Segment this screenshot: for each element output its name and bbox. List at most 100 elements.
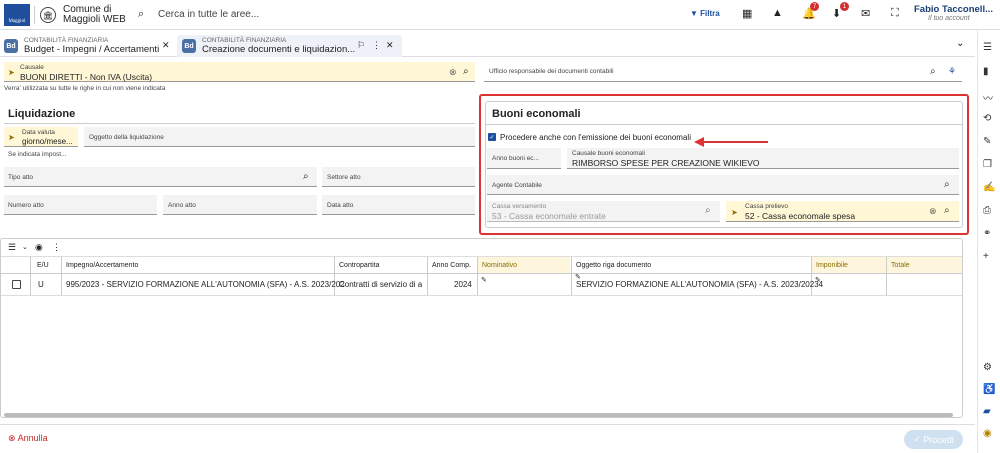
- cancel-button[interactable]: ⊗ Annulla: [8, 433, 48, 444]
- cassa-prelievo-label: Cassa prelievo: [745, 203, 788, 210]
- cassa-prelievo-value: 52 - Cassa economale spesa: [745, 211, 856, 221]
- chevron-right-icon: ➤: [731, 208, 738, 217]
- check-circle-icon: ✓: [913, 434, 921, 444]
- town-hall-icon[interactable]: 🏛: [40, 7, 56, 23]
- causale-buoni-label: Causale buoni economali: [572, 150, 645, 157]
- clear-icon[interactable]: ⊗: [929, 206, 937, 217]
- causale-buoni-value: RIMBORSO SPESE PER CREAZIONE WIKIEVO: [572, 158, 760, 168]
- divider: [485, 124, 963, 125]
- anno-atto-label: Anno atto: [168, 202, 196, 209]
- clear-icon[interactable]: ⊗: [449, 67, 457, 78]
- proceed-button[interactable]: ✓ Procedi: [904, 430, 963, 449]
- chevron-down-icon[interactable]: ⌄: [956, 38, 964, 49]
- link-icon[interactable]: ⚭: [983, 228, 991, 239]
- horizontal-scrollbar[interactable]: [4, 413, 953, 417]
- agente-contabile-field[interactable]: [487, 175, 959, 195]
- support-icon[interactable]: ◉: [983, 428, 992, 439]
- cassa-versamento-value: 53 - Cassa economale entrate: [492, 211, 606, 221]
- close-tab-icon[interactable]: ✕: [386, 40, 394, 51]
- impost-note: Se indicata impost...: [8, 151, 67, 158]
- ufficio-label: Ufficio responsabile dei documenti conta…: [489, 68, 614, 75]
- cell-anno-comp[interactable]: 2024: [454, 280, 472, 289]
- notification-badge: 7: [810, 2, 819, 11]
- data-valuta-sublabel: giorno/mese...: [22, 137, 73, 146]
- col-header-impegno[interactable]: Impegno/Accertamento: [66, 262, 138, 269]
- pencil-icon[interactable]: ✎: [481, 276, 487, 284]
- download-badge: 1: [840, 2, 849, 11]
- search-icon[interactable]: ⌕: [138, 8, 144, 21]
- chevron-down-icon[interactable]: ⌄: [22, 243, 28, 251]
- search-icon: ⌕: [705, 205, 711, 216]
- bookmark-tab-icon[interactable]: ⚐: [357, 40, 365, 51]
- global-search-input[interactable]: Cerca in tutte le aree...: [158, 9, 259, 20]
- copy-icon[interactable]: ❐: [983, 159, 992, 170]
- col-header-totale[interactable]: Totale: [891, 262, 910, 269]
- warning-icon[interactable]: ▲: [772, 7, 783, 19]
- list-icon[interactable]: ☰: [983, 42, 992, 53]
- cassa-versamento-label: Cassa versamento: [492, 203, 547, 210]
- settore-atto-label: Settore atto: [327, 174, 361, 181]
- chat-icon[interactable]: ▰: [983, 406, 991, 417]
- divider: [0, 424, 975, 425]
- filter-icon: ▼: [690, 9, 698, 18]
- emit-buoni-checkbox[interactable]: ✓: [488, 133, 496, 141]
- col-header-eu[interactable]: E/U: [37, 262, 49, 269]
- menu-icon[interactable]: ☰: [8, 242, 16, 253]
- more-icon[interactable]: ⋮: [52, 242, 61, 253]
- search-icon[interactable]: ⌕: [944, 179, 950, 190]
- numero-atto-label: Numero atto: [8, 202, 44, 209]
- col-header-imponibile[interactable]: Imponibile: [816, 262, 848, 269]
- chevron-right-icon: ➤: [8, 68, 15, 77]
- buoni-economali-title: Buoni economali: [492, 108, 581, 120]
- col-header-anno-comp[interactable]: Anno Comp.: [432, 262, 471, 269]
- export-icon[interactable]: ⎙: [983, 205, 991, 216]
- search-icon[interactable]: ⌕: [930, 66, 936, 77]
- col-header-oggetto[interactable]: Oggetto riga documento: [576, 262, 651, 269]
- causale-label: Causale: [20, 64, 44, 71]
- cell-oggetto[interactable]: SERVIZIO FORMAZIONE ALL'AUTONOMIA (SFA) …: [576, 280, 823, 289]
- eye-icon[interactable]: ◉: [35, 242, 43, 253]
- col-header-contropartita[interactable]: Contropartita: [339, 262, 379, 269]
- col-header-nominativo[interactable]: Nominativo: [482, 262, 517, 269]
- tab-budget[interactable]: CONTABILITÀ FINANZIARIA Budget - Impegni…: [24, 37, 159, 55]
- edit-doc-icon[interactable]: ✍: [983, 182, 995, 193]
- gear-icon[interactable]: ⚙: [983, 362, 992, 373]
- top-bar: [0, 0, 1000, 30]
- causale-note: Verra' utilizzata su tutte le righe in c…: [4, 85, 166, 92]
- plus-icon[interactable]: +: [983, 251, 989, 262]
- user-name[interactable]: Fabio Tacconell...: [914, 4, 993, 15]
- annotation-arrow: [694, 137, 768, 147]
- agente-contabile-label: Agente Contabile: [492, 182, 542, 189]
- user-account-link[interactable]: Il tuo account: [928, 15, 970, 22]
- accessibility-icon[interactable]: ♿: [983, 384, 995, 395]
- cell-contropartita[interactable]: Contratti di servizio di a: [339, 280, 422, 289]
- search-icon[interactable]: ⌕: [463, 66, 469, 77]
- emit-buoni-label: Procedere anche con l'emissione dei buon…: [500, 133, 691, 142]
- search-icon[interactable]: ⌕: [944, 205, 950, 216]
- trend-icon[interactable]: 〰: [983, 90, 993, 105]
- bookmark-icon[interactable]: ▮: [983, 66, 989, 77]
- liquidazione-title: Liquidazione: [8, 108, 76, 120]
- oggetto-liquidazione-label: Oggetto della liquidazione: [89, 134, 164, 141]
- data-valuta-label: Data valuta: [22, 129, 55, 136]
- row-checkbox[interactable]: [12, 280, 21, 289]
- tipo-atto-label: Tipo atto: [8, 174, 34, 181]
- cell-impegno[interactable]: 995/2023 - SERVIZIO FORMAZIONE ALL'AUTON…: [66, 280, 345, 289]
- close-tab-icon[interactable]: ✕: [162, 40, 170, 51]
- mail-icon[interactable]: ✉: [861, 7, 870, 20]
- more-icon[interactable]: ⋮: [372, 40, 381, 51]
- history-icon[interactable]: ⟲: [983, 113, 991, 124]
- anno-buoni-label: Anno buoni ec...: [492, 155, 539, 162]
- module-icon: Bd: [4, 39, 18, 53]
- tipo-atto-field[interactable]: [4, 167, 317, 187]
- data-atto-label: Data atto: [327, 202, 354, 209]
- maggioli-logo: Maggiol: [4, 4, 30, 26]
- chevron-right-icon: ➤: [8, 133, 15, 142]
- search-icon[interactable]: ⌕: [303, 171, 309, 182]
- pin-icon[interactable]: ✎: [983, 136, 991, 147]
- fullscreen-icon[interactable]: ⛶: [891, 7, 899, 20]
- pencil-icon[interactable]: ✎: [815, 276, 821, 284]
- grid-apps-icon[interactable]: ▦: [742, 7, 752, 20]
- filter-button[interactable]: ▼ Filtra: [690, 9, 720, 18]
- tree-icon[interactable]: ⚘: [948, 66, 956, 77]
